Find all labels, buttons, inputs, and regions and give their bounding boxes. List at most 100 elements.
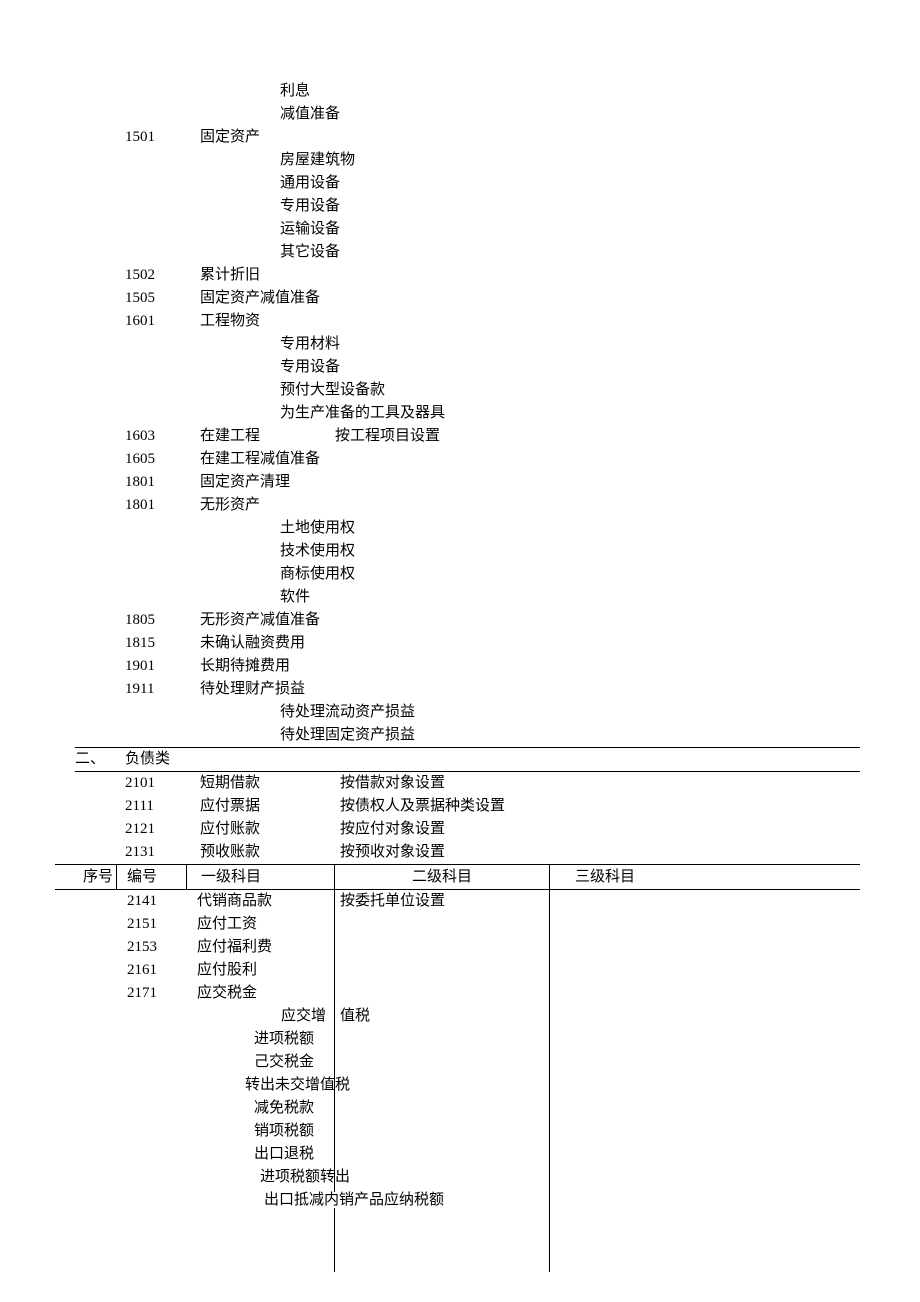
code: 2121 xyxy=(125,818,200,841)
l1: 固定资产清理 xyxy=(200,471,340,494)
l1: 应付福利费 xyxy=(187,936,335,959)
account-row: 2151应付工资 xyxy=(55,913,860,936)
vat-sub-row: 出口退税 xyxy=(55,1143,860,1166)
col-l2: 二级科目 xyxy=(335,865,550,889)
sub-row: 减值准备 xyxy=(0,103,920,126)
sub-row: 专用设备 xyxy=(0,356,920,379)
col-l3: 三级科目 xyxy=(550,865,860,889)
vat-sub-row: 转出未交增值税 xyxy=(55,1074,860,1097)
account-row: 2131预收账款按预收对象设置 xyxy=(0,841,920,864)
sub-row: 待处理固定资产损益 xyxy=(0,724,920,747)
sub-row: 房屋建筑物 xyxy=(0,149,920,172)
l3-text: 出口抵减内销产品应纳税额 xyxy=(264,1192,444,1208)
l2: 按债权人及票据种类设置 xyxy=(340,795,560,818)
account-row: 1801无形资产 xyxy=(0,494,920,517)
code: 1815 xyxy=(125,632,200,655)
account-row: 2101短期借款按借款对象设置 xyxy=(0,772,920,795)
l2-text: 专用材料 xyxy=(0,333,340,356)
l1: 待处理财产损益 xyxy=(200,678,340,701)
l2: 按应付对象设置 xyxy=(340,818,560,841)
col-code: 编号 xyxy=(117,865,187,889)
vat-sub-row: 减免税款 xyxy=(55,1097,860,1120)
code: 1801 xyxy=(125,471,200,494)
l2: 按预收对象设置 xyxy=(340,841,560,864)
l2-text: 利息 xyxy=(0,80,310,103)
code: 1805 xyxy=(125,609,200,632)
l1: 累计折旧 xyxy=(200,264,340,287)
l2-text: 待处理固定资产损益 xyxy=(0,724,415,747)
account-row: 1601工程物资 xyxy=(0,310,920,333)
sub-row: 商标使用权 xyxy=(0,563,920,586)
section-title: 负债类 xyxy=(125,748,170,771)
account-row: 1501 固定资产 xyxy=(0,126,920,149)
l2: 按借款对象设置 xyxy=(340,772,560,795)
l1: 应付股利 xyxy=(187,959,335,982)
sub-row: 专用设备 xyxy=(0,195,920,218)
l2-text: 待处理流动资产损益 xyxy=(0,701,415,724)
col-seq: 序号 xyxy=(55,865,117,889)
l2-text: 专用设备 xyxy=(0,356,340,379)
l2: 按委托单位设置 xyxy=(335,890,550,913)
code: 1603 xyxy=(125,425,200,448)
code: 2101 xyxy=(125,772,200,795)
sub-row: 通用设备 xyxy=(0,172,920,195)
l3-text: 减免税款 xyxy=(254,1100,314,1116)
l2-text: 预付大型设备款 xyxy=(0,379,385,402)
account-row: 1603在建工程按工程项目设置 xyxy=(0,425,920,448)
l2-text: 商标使用权 xyxy=(0,563,355,586)
section-seq: 二、 xyxy=(0,748,125,771)
sub-row: 土地使用权 xyxy=(0,517,920,540)
l1: 未确认融资费用 xyxy=(200,632,340,655)
l1: 长期待摊费用 xyxy=(200,655,340,678)
l1: 工程物资 xyxy=(200,310,340,333)
section-header: 二、 负债类 xyxy=(0,748,920,771)
l1: 在建工程减值准备 xyxy=(200,448,340,471)
account-row: 2161应付股利 xyxy=(55,959,860,982)
col-l1: 一级科目 xyxy=(187,865,335,889)
l2-text: 技术使用权 xyxy=(0,540,355,563)
sub-row: 专用材料 xyxy=(0,333,920,356)
sub-row: 技术使用权 xyxy=(0,540,920,563)
account-row: 1605在建工程减值准备 xyxy=(0,448,920,471)
l3-text: 销项税额 xyxy=(254,1123,314,1139)
l2-text: 房屋建筑物 xyxy=(0,149,355,172)
code: 2111 xyxy=(125,795,200,818)
code: 2151 xyxy=(117,913,187,936)
vat-sub-row: 进项税额 xyxy=(55,1028,860,1051)
sub-row: 运输设备 xyxy=(0,218,920,241)
code: 1801 xyxy=(125,494,200,517)
l2: 按工程项目设置 xyxy=(335,425,555,448)
table-header: 序号 编号 一级科目 二级科目 三级科目 xyxy=(55,865,860,890)
code: 2153 xyxy=(117,936,187,959)
account-row: 2111应付票据按债权人及票据种类设置 xyxy=(0,795,920,818)
account-row: 2171应交税金 xyxy=(55,982,860,1005)
l2-text: 减值准备 xyxy=(0,103,340,126)
sub-row: 利息 xyxy=(0,80,920,103)
account-row: 2141代销商品款按委托单位设置 xyxy=(55,890,860,913)
account-row: 1505固定资产减值准备 xyxy=(0,287,920,310)
sub-row: 预付大型设备款 xyxy=(0,379,920,402)
l2-text: 土地使用权 xyxy=(0,517,355,540)
l3-text: 出口退税 xyxy=(254,1146,314,1162)
l1: 无形资产减值准备 xyxy=(200,609,340,632)
account-row: 1502累计折旧 xyxy=(0,264,920,287)
vat-title-row: 应交增 值税 xyxy=(55,1005,860,1028)
l3-text: 己交税金 xyxy=(254,1054,314,1070)
l1: 应付账款 xyxy=(200,818,340,841)
code: 1911 xyxy=(125,678,200,701)
l2-text: 其它设备 xyxy=(0,241,340,264)
code: 1505 xyxy=(125,287,200,310)
l1: 应交税金 xyxy=(187,982,335,1005)
sub-row: 其它设备 xyxy=(0,241,920,264)
code: 1605 xyxy=(125,448,200,471)
vat-sub-row: 进项税额转出 xyxy=(55,1166,860,1189)
l1: 代销商品款 xyxy=(187,890,335,913)
l1: 短期借款 xyxy=(200,772,340,795)
l1: 预收账款 xyxy=(200,841,340,864)
table-tail xyxy=(55,1212,860,1272)
code: 2131 xyxy=(125,841,200,864)
code: 1501 xyxy=(125,126,200,149)
account-row: 1911待处理财产损益 xyxy=(0,678,920,701)
vat-sub-row: 出口抵减内销产品应纳税额 xyxy=(55,1189,860,1212)
account-row: 1801固定资产清理 xyxy=(0,471,920,494)
